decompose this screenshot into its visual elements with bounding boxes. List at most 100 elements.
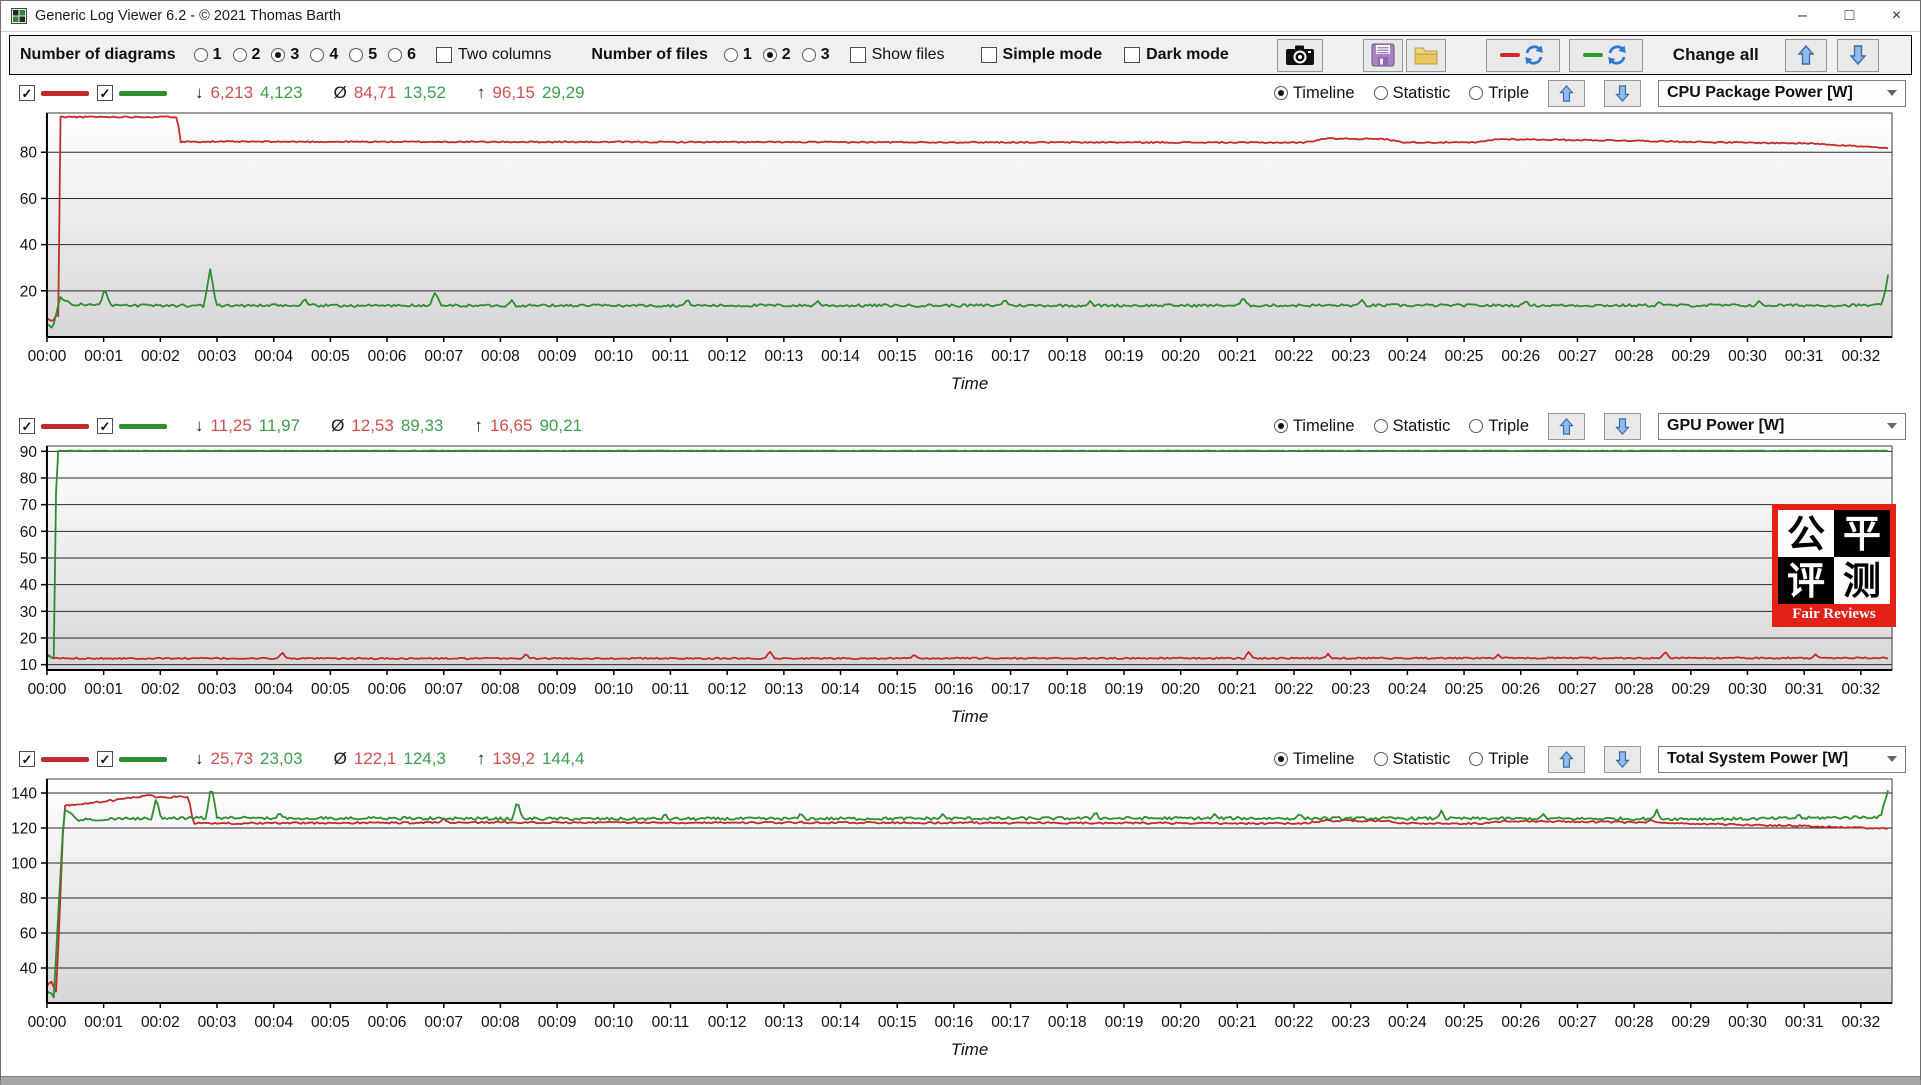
down-arrow-icon xyxy=(1614,749,1631,770)
triple-radio[interactable]: Triple xyxy=(1469,750,1529,769)
diagram-count-1-radio[interactable]: 1 xyxy=(194,46,222,64)
statistic-radio[interactable]: Statistic xyxy=(1374,84,1451,103)
svg-text:00:22: 00:22 xyxy=(1275,348,1314,365)
diagram-count-5-radio[interactable]: 5 xyxy=(349,46,377,64)
change-all-up-button[interactable] xyxy=(1785,39,1827,72)
triple-radio[interactable]: Triple xyxy=(1469,84,1529,103)
svg-text:120: 120 xyxy=(11,820,37,837)
svg-text:00:11: 00:11 xyxy=(652,1014,690,1031)
svg-text:00:26: 00:26 xyxy=(1501,348,1540,365)
move-diagram-up-button[interactable] xyxy=(1548,746,1585,773)
red-series-checkbox[interactable]: ✓ xyxy=(19,751,35,767)
green-series-checkbox[interactable]: ✓ xyxy=(97,418,113,434)
timeline-chart[interactable]: 10203040506070809000:0000:0100:0200:0300… xyxy=(1,442,1920,743)
chevron-down-icon xyxy=(1887,90,1897,96)
metric-dropdown[interactable]: CPU Package Power [W] xyxy=(1658,80,1906,107)
svg-text:50: 50 xyxy=(20,550,37,567)
metric-dropdown[interactable]: Total System Power [W] xyxy=(1658,746,1906,773)
diagram-count-4-radio[interactable]: 4 xyxy=(310,46,338,64)
change-all-down-button[interactable] xyxy=(1837,39,1879,72)
svg-text:Time: Time xyxy=(951,374,989,393)
simple-mode-checkbox[interactable]: Simple mode xyxy=(981,46,1103,64)
two-columns-checkbox[interactable]: Two columns xyxy=(436,46,551,64)
close-button[interactable]: × xyxy=(1873,1,1920,31)
reload-red-series-button[interactable] xyxy=(1486,39,1560,72)
triple-radio[interactable]: Triple xyxy=(1469,417,1529,436)
diagram-count-2-radio[interactable]: 2 xyxy=(233,46,261,64)
move-diagram-down-button[interactable] xyxy=(1604,413,1641,440)
move-diagram-down-button[interactable] xyxy=(1604,746,1641,773)
green-series-checkbox[interactable]: ✓ xyxy=(97,85,113,101)
timeline-chart[interactable]: 2040608000:0000:0100:0200:0300:0400:0500… xyxy=(1,109,1920,410)
avg-green-value: 124,3 xyxy=(403,749,446,769)
move-diagram-up-button[interactable] xyxy=(1548,80,1585,107)
min-arrow-icon: ↓ xyxy=(195,749,204,769)
svg-text:00:16: 00:16 xyxy=(935,348,974,365)
svg-text:00:16: 00:16 xyxy=(935,681,974,698)
svg-text:00:28: 00:28 xyxy=(1615,348,1654,365)
open-folder-button[interactable] xyxy=(1406,39,1446,72)
file-count-2-radio[interactable]: 2 xyxy=(763,46,791,64)
svg-text:00:30: 00:30 xyxy=(1728,348,1767,365)
move-diagram-up-button[interactable] xyxy=(1548,413,1585,440)
svg-text:00:03: 00:03 xyxy=(198,348,237,365)
svg-text:00:19: 00:19 xyxy=(1105,681,1144,698)
reload-green-series-button[interactable] xyxy=(1569,39,1643,72)
change-all-label: Change all xyxy=(1673,45,1759,65)
diagram-header: ✓ ✓ ↓ 25,73 23,03 Ø 122,1 124,3 ↑ 139,2 … xyxy=(1,743,1920,775)
svg-text:00:30: 00:30 xyxy=(1728,1014,1767,1031)
timeline-radio[interactable]: Timeline xyxy=(1274,417,1355,436)
red-series-checkbox[interactable]: ✓ xyxy=(19,418,35,434)
svg-text:80: 80 xyxy=(20,470,37,487)
diagram-view-controls: Timeline Statistic Triple GPU Power [W] xyxy=(1274,413,1906,440)
minimize-button[interactable]: – xyxy=(1779,1,1826,31)
min-red-value: 25,73 xyxy=(211,749,254,769)
svg-text:00:24: 00:24 xyxy=(1388,681,1427,698)
svg-text:00:31: 00:31 xyxy=(1785,681,1824,698)
up-arrow-icon xyxy=(1558,749,1575,770)
number-of-files-label: Number of files xyxy=(591,46,707,64)
diagram-header: ✓ ✓ ↓ 11,25 11,97 Ø 12,53 89,33 ↑ 16,65 … xyxy=(1,410,1920,442)
svg-text:00:27: 00:27 xyxy=(1558,1014,1597,1031)
metric-dropdown[interactable]: GPU Power [W] xyxy=(1658,413,1906,440)
svg-text:140: 140 xyxy=(11,785,37,802)
max-red-value: 16,65 xyxy=(490,416,533,436)
red-series-checkbox[interactable]: ✓ xyxy=(19,85,35,101)
svg-text:00:25: 00:25 xyxy=(1445,681,1484,698)
svg-text:00:01: 00:01 xyxy=(84,1014,123,1031)
statistic-radio[interactable]: Statistic xyxy=(1374,750,1451,769)
move-diagram-down-button[interactable] xyxy=(1604,80,1641,107)
chevron-down-icon xyxy=(1887,756,1897,762)
avg-symbol-icon: Ø xyxy=(334,83,347,103)
save-button[interactable] xyxy=(1363,39,1403,72)
file-count-1-radio[interactable]: 1 xyxy=(724,46,752,64)
plot-area: 10203040506070809000:0000:0100:0200:0300… xyxy=(1,442,1920,743)
avg-red-value: 84,71 xyxy=(354,83,397,103)
maximize-button[interactable]: □ xyxy=(1826,1,1873,31)
diagram-count-3-radio[interactable]: 3 xyxy=(271,46,299,64)
show-files-checkbox[interactable]: Show files xyxy=(850,46,945,64)
refresh-icon xyxy=(1523,44,1545,66)
svg-text:00:08: 00:08 xyxy=(481,681,520,698)
screenshot-button[interactable] xyxy=(1277,39,1323,72)
up-arrow-icon xyxy=(1796,43,1816,67)
diagram-panel: ✓ ✓ ↓ 25,73 23,03 Ø 122,1 124,3 ↑ 139,2 … xyxy=(1,743,1920,1076)
statistic-radio[interactable]: Statistic xyxy=(1374,417,1451,436)
diagram-count-6-radio[interactable]: 6 xyxy=(388,46,416,64)
svg-text:00:13: 00:13 xyxy=(764,1014,803,1031)
svg-text:00:15: 00:15 xyxy=(878,348,917,365)
timeline-radio[interactable]: Timeline xyxy=(1274,750,1355,769)
svg-text:00:15: 00:15 xyxy=(878,1014,917,1031)
timeline-radio[interactable]: Timeline xyxy=(1274,84,1355,103)
timeline-chart[interactable]: 40608010012014000:0000:0100:0200:0300:04… xyxy=(1,775,1920,1076)
diagram-header: ✓ ✓ ↓ 6,213 4,123 Ø 84,71 13,52 ↑ 96,15 … xyxy=(1,77,1920,109)
folder-icon xyxy=(1414,45,1438,65)
avg-symbol-icon: Ø xyxy=(331,416,344,436)
svg-text:40: 40 xyxy=(20,237,37,254)
dark-mode-checkbox[interactable]: Dark mode xyxy=(1124,46,1229,64)
file-count-3-radio[interactable]: 3 xyxy=(802,46,830,64)
max-green-value: 144,4 xyxy=(542,749,585,769)
avg-green-value: 13,52 xyxy=(403,83,446,103)
green-series-checkbox[interactable]: ✓ xyxy=(97,751,113,767)
metric-dropdown-value: Total System Power [W] xyxy=(1667,750,1848,768)
